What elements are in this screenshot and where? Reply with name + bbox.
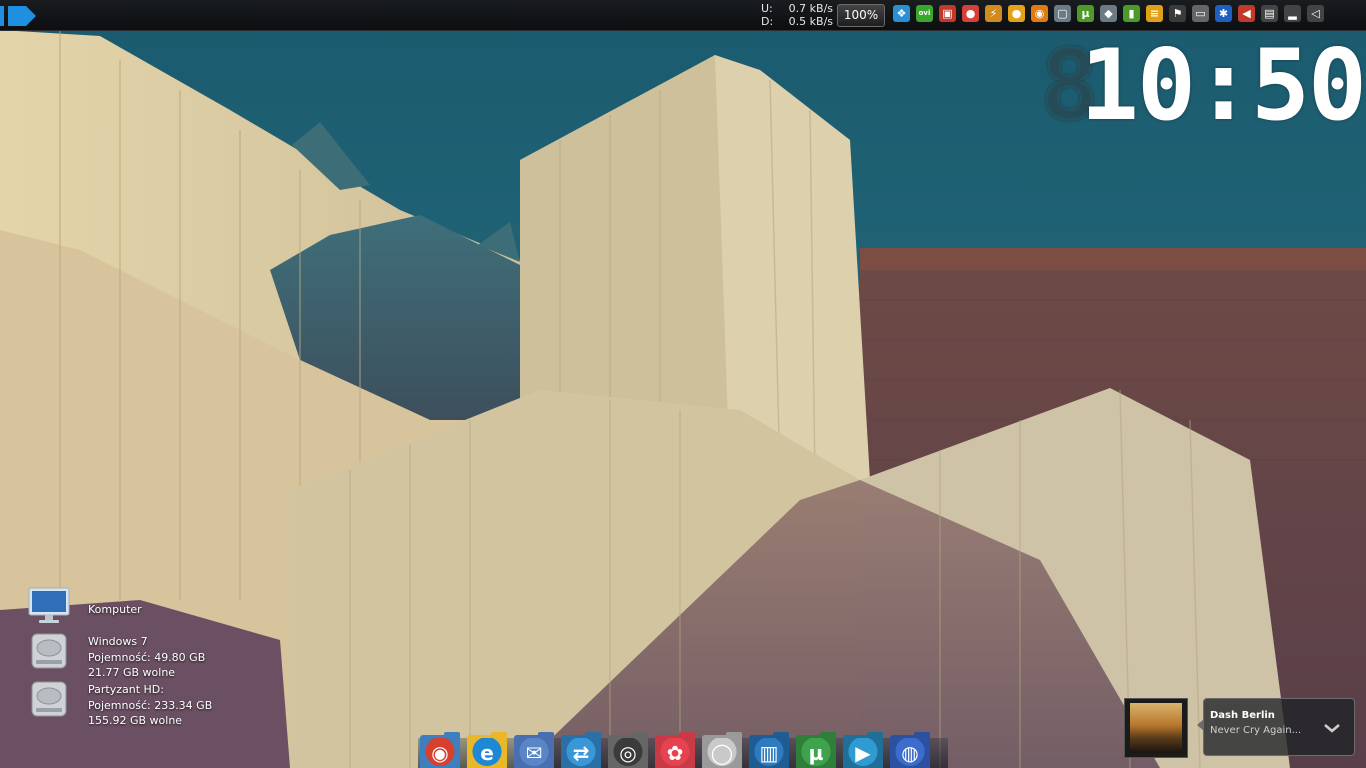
dock-item-glyph: e (467, 738, 507, 768)
picasa-dock-icon[interactable]: ✿ (655, 732, 695, 768)
upload-value: 0.7 kB/s (788, 2, 833, 15)
flag-icon[interactable]: ⚑ (1169, 5, 1186, 22)
dock-item-glyph: ◯ (702, 738, 742, 768)
media-player-dock-icon[interactable]: ▶ (843, 732, 883, 768)
dock-item-glyph: ✉ (514, 738, 554, 768)
hard-drive-icon (31, 681, 67, 717)
start-menu-icon[interactable] (0, 6, 36, 26)
network-speed-meter: U: 0.7 kB/s D: 0.5 kB/s (761, 2, 833, 28)
avast-icon[interactable]: ◉ (1031, 5, 1048, 22)
drive1-capacity: Pojemność: 49.80 GB (88, 650, 206, 664)
system-tray: ❖ ovi ▣ ● ⚡ ● ◉ ▢ µ ◆ ▮ ≡ ⚑ ▭ ✱ ◀ ▤ ▂ ◁ (893, 5, 1324, 22)
dock-item-glyph: ◍ (890, 738, 930, 768)
library-dock-icon[interactable]: ▥ (749, 732, 789, 768)
upload-label: U: (761, 2, 773, 15)
bluetooth-icon[interactable]: ✱ (1215, 5, 1232, 22)
dock-item-glyph: ▥ (749, 738, 789, 768)
zoom-indicator[interactable]: 100% (837, 4, 885, 27)
teamviewer-dock-icon[interactable]: ⇄ (561, 732, 601, 768)
now-playing-title: Never Cry Again... (1210, 725, 1302, 736)
power-icon[interactable]: ▤ (1261, 5, 1278, 22)
top-bar: U: 0.7 kB/s D: 0.5 kB/s 100% ❖ ovi ▣ ● ⚡ ● ◉ ▢ µ… (0, 0, 1366, 31)
utorrent-dock-icon[interactable]: µ (796, 732, 836, 768)
dock-item-glyph: ✿ (655, 738, 695, 768)
monitor-icon (28, 587, 70, 623)
dock-item-glyph: ◉ (420, 738, 460, 768)
dock-item-glyph: ▶ (843, 738, 883, 768)
drive1-name: Windows 7 (88, 635, 148, 648)
download-label: D: (761, 15, 774, 28)
now-playing-panel: Dash Berlin Never Cry Again... (1197, 698, 1355, 756)
drop-icon[interactable]: ◆ (1100, 5, 1117, 22)
download-value: 0.5 kB/s (788, 15, 833, 28)
computer-label: Komputer (88, 603, 142, 616)
record-icon[interactable]: ● (962, 5, 979, 22)
dropbox-icon[interactable]: ❖ (893, 5, 910, 22)
mail-dock-icon[interactable]: ✉ (514, 732, 554, 768)
dock-item-glyph: ◎ (608, 738, 648, 768)
dock-item-glyph: µ (796, 738, 836, 768)
drive2-capacity: Pojemność: 233.34 GB (88, 698, 213, 712)
finder-dock-icon[interactable]: ◍ (890, 732, 930, 768)
dock: ◉ e ✉ ⇄ ◎ ✿ ◯ ▥ µ ▶ ◍ (418, 732, 948, 768)
dock-item-glyph: ⇄ (561, 738, 601, 768)
flash-icon[interactable]: ⚡ (985, 5, 1002, 22)
dvd-dock-icon[interactable]: ◯ (702, 732, 742, 768)
camera-dock-icon[interactable]: ◎ (608, 732, 648, 768)
album-art-image (1130, 703, 1182, 753)
drive2-name: Partyzant HD: (88, 683, 164, 696)
hard-drive-icon (31, 633, 67, 669)
desktop-clock: 8 10:50 (1040, 36, 1366, 136)
clock-time: 10:50 (1080, 29, 1366, 143)
now-playing-artist: Dash Berlin (1210, 710, 1275, 721)
drive1-free: 21.77 GB wolne (88, 666, 176, 679)
volume-icon[interactable]: ◁ (1307, 5, 1324, 22)
coin-icon[interactable]: ● (1008, 5, 1025, 22)
utorrent-tray-icon[interactable]: µ (1077, 5, 1094, 22)
window-icon[interactable]: ▢ (1054, 5, 1071, 22)
battery-meter-icon[interactable]: ▮ (1123, 5, 1140, 22)
app-icon[interactable]: ▣ (939, 5, 956, 22)
mute-icon[interactable]: ◀ (1238, 5, 1255, 22)
album-cover[interactable] (1124, 698, 1188, 758)
chevron-down-icon[interactable] (1320, 716, 1344, 740)
ie-dock-icon[interactable]: e (467, 732, 507, 768)
monitor-icon[interactable]: ▭ (1192, 5, 1209, 22)
signal-icon[interactable]: ▂ (1284, 5, 1301, 22)
ovi-icon[interactable]: ovi (916, 5, 933, 22)
chrome-dock-icon[interactable]: ◉ (420, 732, 460, 768)
drive2-free: 155.92 GB wolne (88, 714, 183, 727)
message-icon[interactable]: ≡ (1146, 5, 1163, 22)
